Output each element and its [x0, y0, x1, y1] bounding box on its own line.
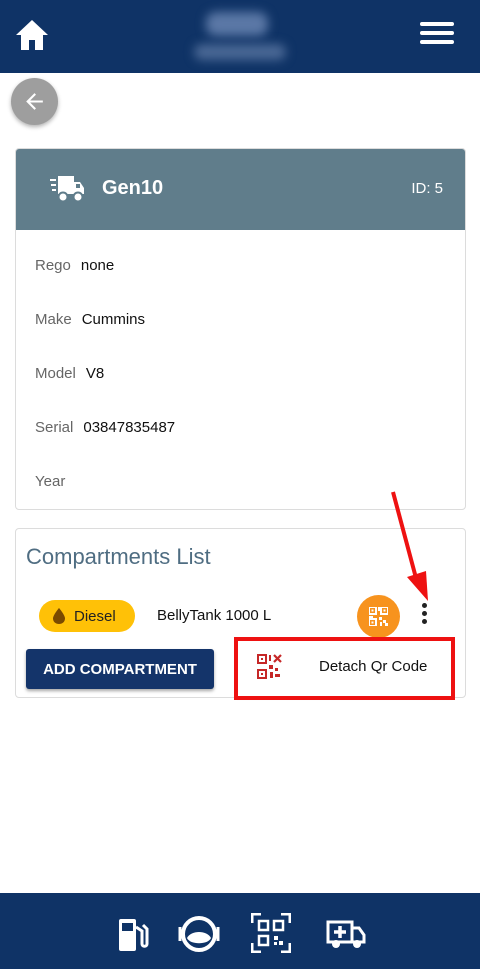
- field-value: Cummins: [81, 311, 146, 328]
- equipment-card-header: Gen10 ID: 5: [16, 149, 465, 230]
- field-label: Serial: [35, 419, 74, 436]
- truck-fast-icon: [50, 176, 84, 203]
- qr-scan-icon[interactable]: [251, 913, 291, 953]
- compartment-name: BellyTank 1000 L: [157, 607, 272, 624]
- compartments-title: Compartments List: [26, 544, 211, 569]
- home-icon[interactable]: [14, 18, 50, 52]
- qrcode-icon: [369, 607, 388, 626]
- field-model: Model V8: [35, 365, 104, 382]
- field-value: 03847835487: [83, 419, 176, 436]
- field-serial: Serial 03847835487: [35, 419, 175, 436]
- equipment-card: Gen10 ID: 5 Rego none Make Cummins Model V8…: [15, 148, 466, 510]
- field-label: Model: [35, 365, 76, 382]
- tank-gauge-icon[interactable]: [178, 915, 220, 953]
- fuel-pump-icon[interactable]: [117, 917, 149, 953]
- field-label: Rego: [35, 257, 71, 274]
- field-label: Make: [35, 311, 72, 328]
- field-label: Year: [35, 473, 66, 490]
- field-value: none: [80, 257, 115, 274]
- arrow-left-icon: [26, 93, 43, 110]
- fuel-drop-icon: [53, 608, 65, 624]
- field-value: V8: [85, 365, 105, 382]
- back-button[interactable]: [11, 78, 58, 125]
- fuel-type-label: Diesel: [74, 607, 116, 625]
- annotation-highlight-box: [234, 637, 455, 700]
- ambulance-icon[interactable]: [326, 918, 366, 950]
- more-options-icon[interactable]: [416, 603, 432, 631]
- bottom-nav: [0, 893, 480, 969]
- field-year: Year: [35, 473, 75, 490]
- equipment-name: Gen10: [102, 177, 164, 199]
- top-app-bar: [0, 0, 480, 73]
- hamburger-menu-icon[interactable]: [420, 22, 454, 48]
- app-title-blurred: [190, 8, 290, 64]
- field-rego: Rego none: [35, 257, 114, 274]
- add-compartment-button[interactable]: ADD COMPARTMENT: [26, 649, 214, 689]
- equipment-id: ID: 5: [411, 180, 443, 197]
- fuel-type-chip: Diesel: [39, 600, 135, 632]
- field-make: Make Cummins: [35, 311, 145, 328]
- qr-code-button[interactable]: [357, 595, 400, 638]
